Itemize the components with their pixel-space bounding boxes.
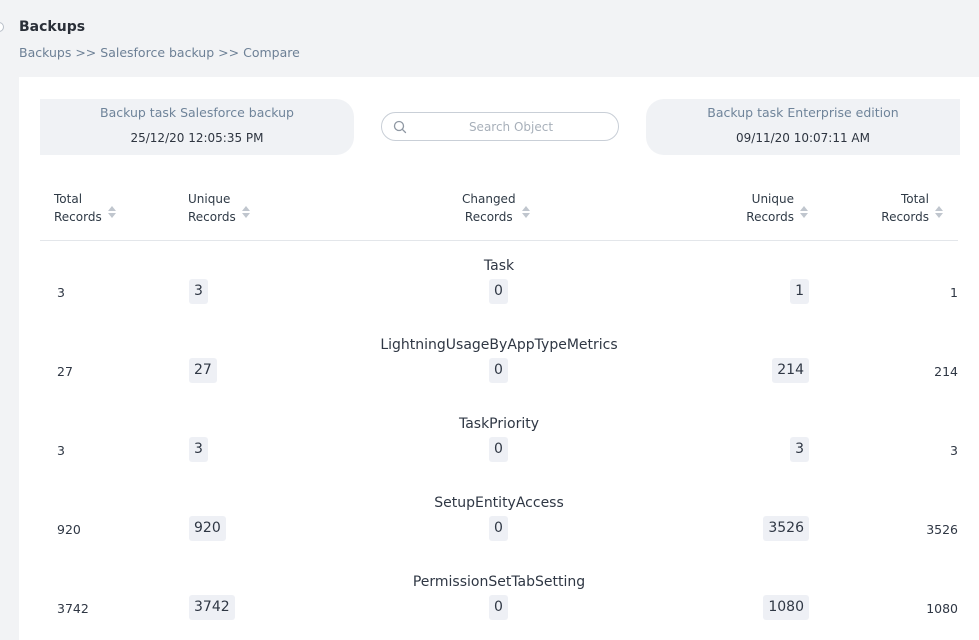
sort-icon[interactable] <box>935 206 943 218</box>
total-records-left: 3 <box>57 285 65 300</box>
unique-records-left[interactable]: 3 <box>189 279 208 304</box>
header-label-line: Unique <box>188 192 231 206</box>
compare-panel: Backup task Salesforce backup 25/12/20 1… <box>19 77 979 640</box>
sort-icon[interactable] <box>800 206 808 218</box>
right-backup-name: Backup task Enterprise edition <box>707 105 899 120</box>
column-header-total-right[interactable]: Total Records <box>881 190 943 226</box>
header-label-line: Records <box>188 210 236 224</box>
table-row: Task 3 3 0 1 1 <box>40 242 958 321</box>
total-records-left: 3742 <box>57 601 89 616</box>
unique-records-left[interactable]: 920 <box>189 516 226 541</box>
column-header-unique-left[interactable]: Unique Records <box>188 190 250 226</box>
breadcrumb-separator: >> <box>218 45 240 60</box>
right-backup-card: Backup task Enterprise edition 09/11/20 … <box>646 99 960 155</box>
changed-records[interactable]: 0 <box>489 358 508 383</box>
changed-records[interactable]: 0 <box>489 437 508 462</box>
table-row: TaskPriority 3 3 0 3 3 <box>40 400 958 479</box>
left-backup-date: 25/12/20 12:05:35 PM <box>130 131 264 145</box>
total-records-right: 1 <box>950 285 958 300</box>
breadcrumb-salesforce-backup[interactable]: Salesforce backup <box>100 45 214 60</box>
unique-records-left[interactable]: 27 <box>189 358 217 383</box>
breadcrumb-backups[interactable]: Backups <box>19 45 71 60</box>
compare-rows: Task 3 3 0 1 1 LightningUsageByAppTypeMe… <box>40 242 958 637</box>
changed-records[interactable]: 0 <box>489 595 508 620</box>
page-title: Backups <box>19 19 86 35</box>
object-name[interactable]: Task <box>40 258 958 274</box>
header-label-line: Changed <box>462 192 516 206</box>
search-icon <box>393 120 407 134</box>
header-label-line: Total <box>900 192 929 206</box>
total-records-right: 3 <box>950 443 958 458</box>
object-name[interactable]: PermissionSetTabSetting <box>40 574 958 590</box>
header-label-line: Records <box>746 210 794 224</box>
table-row: LightningUsageByAppTypeMetrics 27 27 0 2… <box>40 321 958 400</box>
total-records-right: 3526 <box>926 522 958 537</box>
header-label-line: Unique <box>751 192 794 206</box>
table-header: Total Records Unique Records Changed Record… <box>40 181 958 241</box>
panel-toggle-dot[interactable] <box>0 22 4 32</box>
changed-records[interactable]: 0 <box>489 279 508 304</box>
search-object-input[interactable] <box>416 115 606 138</box>
column-header-total-left[interactable]: Total Records <box>54 190 116 226</box>
unique-records-right[interactable]: 1 <box>790 279 809 304</box>
object-name[interactable]: LightningUsageByAppTypeMetrics <box>40 337 958 353</box>
total-records-left: 920 <box>57 522 81 537</box>
breadcrumb-compare: Compare <box>243 45 300 60</box>
changed-records[interactable]: 0 <box>489 516 508 541</box>
sort-icon[interactable] <box>107 206 116 218</box>
column-header-changed[interactable]: Changed Records <box>462 190 530 226</box>
sort-icon[interactable] <box>521 206 530 218</box>
breadcrumb-separator: >> <box>75 45 97 60</box>
unique-records-right[interactable]: 214 <box>772 358 809 383</box>
left-backup-name: Backup task Salesforce backup <box>100 105 294 120</box>
breadcrumb: Backups >> Salesforce backup >> Compare <box>19 45 300 60</box>
total-records-right: 1080 <box>926 601 958 616</box>
right-backup-date: 09/11/20 10:07:11 AM <box>736 131 870 145</box>
header-label-line: Records <box>881 210 929 224</box>
total-records-right: 214 <box>934 364 958 379</box>
total-records-left: 27 <box>57 364 73 379</box>
header-label-line: Total <box>54 192 83 206</box>
search-object-box[interactable] <box>381 112 619 141</box>
header-label-line: Records <box>464 210 513 224</box>
left-backup-card: Backup task Salesforce backup 25/12/20 1… <box>40 99 354 155</box>
table-row: SetupEntityAccess 920 920 0 3526 3526 <box>40 479 958 558</box>
unique-records-right[interactable]: 3 <box>790 437 809 462</box>
sort-icon[interactable] <box>241 206 250 218</box>
unique-records-left[interactable]: 3742 <box>189 595 235 620</box>
unique-records-right[interactable]: 1080 <box>763 595 809 620</box>
column-header-unique-right[interactable]: Unique Records <box>746 190 808 226</box>
table-row: PermissionSetTabSetting 3742 3742 0 1080… <box>40 558 958 637</box>
header-label-line: Records <box>54 210 102 224</box>
unique-records-left[interactable]: 3 <box>189 437 208 462</box>
object-name[interactable]: TaskPriority <box>40 416 958 432</box>
object-name[interactable]: SetupEntityAccess <box>40 495 958 511</box>
unique-records-right[interactable]: 3526 <box>763 516 809 541</box>
total-records-left: 3 <box>57 443 65 458</box>
